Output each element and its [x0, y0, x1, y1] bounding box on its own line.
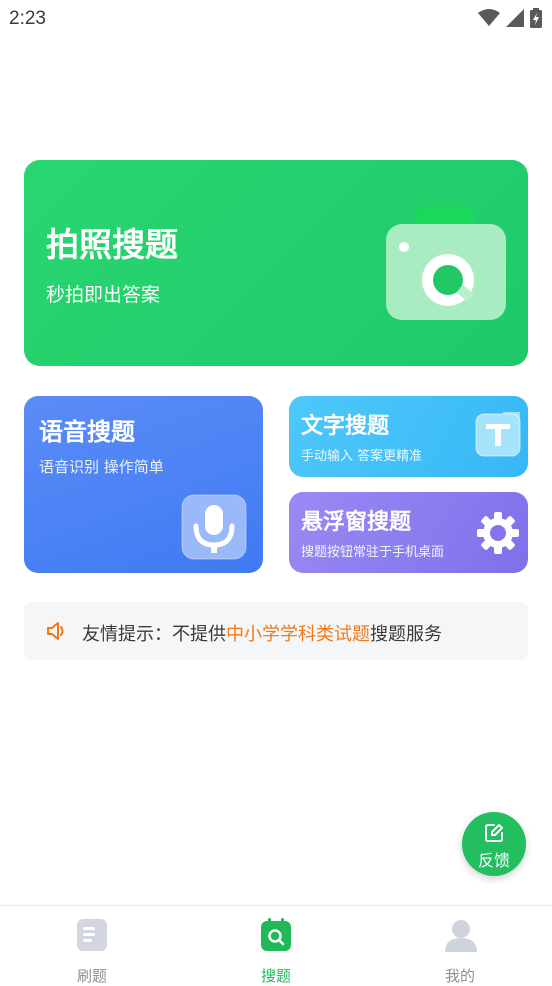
floating-search-card[interactable]: 悬浮窗搜题 搜题按钮常驻于手机桌面 — [289, 492, 528, 573]
gear-icon — [477, 512, 519, 554]
photo-search-card[interactable]: 拍照搜题 秒拍即出答案 — [24, 160, 528, 366]
voice-search-subtitle: 语音识别 操作简单 — [39, 458, 164, 476]
photo-search-subtitle: 秒拍即出答案 — [46, 284, 161, 306]
voice-search-title: 语音搜题 — [39, 418, 135, 446]
notice-text: 友情提示：不提供中小学学科类试题搜题服务 — [82, 620, 442, 646]
notice-highlight: 中小学学科类试题 — [226, 624, 370, 645]
camera-icon — [386, 206, 506, 320]
battery-icon — [530, 8, 542, 28]
edit-icon — [485, 824, 503, 842]
floating-search-subtitle: 搜题按钮常驻于手机桌面 — [301, 545, 445, 560]
nav-item-search[interactable]: 搜题 — [221, 914, 331, 985]
status-time: 2:23 — [9, 8, 46, 29]
notice-banner: 友情提示：不提供中小学学科类试题搜题服务 — [24, 602, 528, 660]
text-search-card[interactable]: 文字搜题 手动输入 答案更精准 — [289, 396, 528, 477]
search-icon — [261, 918, 291, 951]
voice-search-card[interactable]: 语音搜题 语音识别 操作简单 — [24, 396, 263, 573]
notice-suffix: 搜题服务 — [370, 624, 442, 645]
document-icon — [77, 919, 107, 951]
user-icon — [445, 920, 477, 952]
feedback-label: 反馈 — [477, 851, 510, 870]
status-icons — [478, 8, 542, 28]
bottom-nav: 刷题 搜题 我的 — [0, 905, 552, 985]
text-search-title: 文字搜题 — [301, 414, 390, 439]
feedback-button[interactable]: 反馈 — [462, 812, 526, 876]
signal-icon — [506, 9, 524, 27]
nav-item-practice[interactable]: 刷题 — [37, 914, 147, 985]
floating-search-title: 悬浮窗搜题 — [301, 510, 412, 535]
photo-search-title: 拍照搜题 — [46, 225, 178, 264]
notice-prefix: 友情提示：不提供 — [82, 624, 226, 645]
text-search-subtitle: 手动输入 答案更精准 — [301, 449, 423, 464]
text-document-icon — [475, 412, 521, 457]
status-bar: 2:23 — [0, 0, 552, 38]
wifi-icon — [478, 9, 500, 26]
nav-item-mine[interactable]: 我的 — [405, 914, 515, 985]
microphone-icon — [181, 494, 247, 560]
speaker-icon — [47, 622, 64, 640]
